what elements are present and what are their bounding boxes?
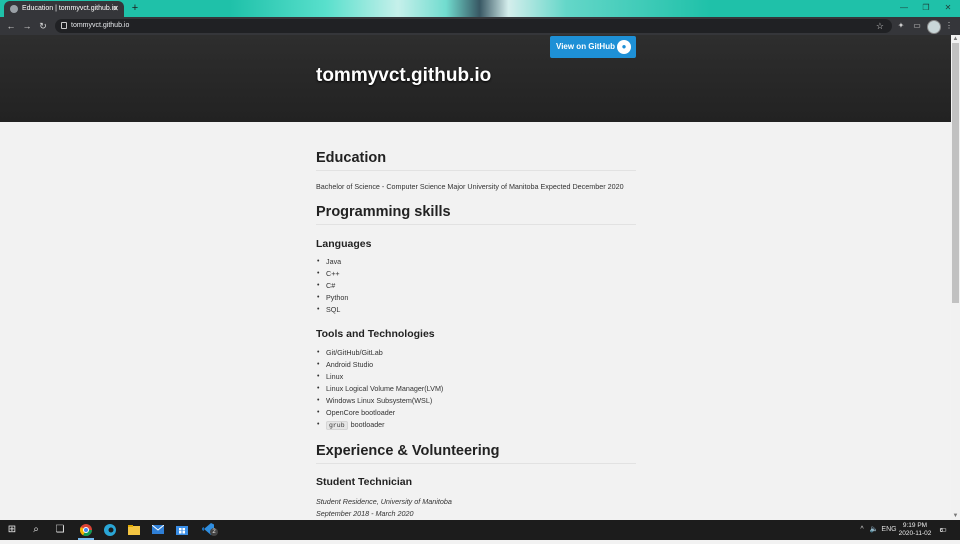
address-bar[interactable]: tommyvct.github.io ☆ [55, 19, 892, 33]
list-item: Java [316, 256, 348, 268]
programming-skills-heading: Programming skills [316, 204, 451, 220]
list-item: Python [316, 292, 348, 304]
bookmark-star-icon[interactable]: ☆ [876, 19, 884, 33]
heading-divider [316, 224, 636, 225]
list-item: SQL [316, 304, 348, 316]
mail-icon[interactable] [146, 520, 170, 540]
lock-icon[interactable] [61, 22, 67, 29]
view-on-github-button[interactable]: View on GitHub ● [550, 36, 636, 58]
page-scrollbar[interactable]: ▲ ▼ [951, 35, 960, 520]
task-view-icon[interactable]: ❏ [48, 520, 72, 540]
languages-heading: Languages [316, 238, 372, 250]
close-window-button[interactable]: ✕ [937, 0, 959, 17]
job-title: Student Technician [316, 476, 413, 488]
browser-toolbar: ← → ↻ tommyvct.github.io ☆ ✦ ▭ ⋮ [0, 17, 960, 35]
tab-strip: Education | tommyvct.github.io ✕ + — ❐ ✕ [0, 0, 960, 17]
clock-date: 2020-11-02 [898, 530, 932, 537]
browser-tab[interactable]: Education | tommyvct.github.io ✕ [4, 1, 124, 17]
scroll-up-icon[interactable]: ▲ [951, 35, 960, 43]
windows-taskbar: ⊞ ⌕ ❏ 2 ^ 🔈 ENG 9:19 PM 2020-11-02 ▭ 8 [0, 520, 960, 540]
new-tab-button[interactable]: + [129, 2, 141, 14]
list-item: grubbootloader [316, 419, 443, 431]
back-button[interactable]: ← [4, 17, 18, 35]
list-item: C++ [316, 268, 348, 280]
address-url[interactable]: tommyvct.github.io [71, 19, 129, 33]
start-button[interactable]: ⊞ [0, 520, 24, 540]
grub-code: grub [326, 421, 348, 430]
page-viewport: View on GitHub ● tommyvct.github.io Educ… [0, 35, 951, 520]
heading-divider [316, 170, 636, 171]
profile-avatar[interactable] [927, 20, 941, 34]
list-item: Linux [316, 371, 443, 383]
education-text: Bachelor of Science - Computer Science M… [316, 182, 624, 191]
list-item: Android Studio [316, 359, 443, 371]
tab-close-icon[interactable]: ✕ [112, 1, 119, 17]
scrollbar-thumb[interactable] [952, 43, 959, 303]
language-indicator[interactable]: ENG [881, 520, 897, 540]
volume-icon[interactable]: 🔈 [868, 520, 880, 540]
job-dates: September 2018 - March 2020 [316, 509, 414, 518]
maximize-button[interactable]: ❐ [915, 0, 937, 17]
notification-icon[interactable]: ▭ 8 [937, 524, 949, 536]
list-item: OpenCore bootloader [316, 407, 443, 419]
edge-badge: 2 [210, 528, 218, 536]
file-explorer-icon[interactable] [122, 520, 146, 540]
list-item: Windows Linux Subsystem(WSL) [316, 395, 443, 407]
tab-title: Education | tommyvct.github.io [22, 5, 118, 12]
forward-button[interactable]: → [20, 17, 34, 35]
browser-menu-icon[interactable]: ⋮ [942, 17, 956, 35]
minimize-button[interactable]: — [893, 0, 915, 17]
vscode-taskbar-icon[interactable]: 2 [196, 520, 220, 540]
tray-chevron-icon[interactable]: ^ [857, 520, 867, 540]
cast-icon[interactable]: ▭ [910, 17, 924, 35]
experience-heading: Experience & Volunteering [316, 443, 500, 459]
tools-heading: Tools and Technologies [316, 328, 435, 340]
site-favicon-icon [10, 5, 18, 13]
list-item: C# [316, 280, 348, 292]
extensions-icon[interactable]: ✦ [894, 17, 908, 35]
scroll-down-icon[interactable]: ▼ [951, 512, 960, 520]
browser-theme-art [230, 0, 710, 17]
edge-taskbar-icon[interactable] [98, 520, 122, 540]
job-organization: Student Residence, University of Manitob… [316, 497, 452, 506]
search-icon[interactable]: ⌕ [24, 520, 48, 540]
tools-list: Git/GitHub/GitLab Android Studio Linux L… [316, 347, 443, 431]
grub-text: bootloader [350, 420, 385, 429]
heading-divider [316, 463, 636, 464]
education-heading: Education [316, 150, 387, 166]
list-item: Git/GitHub/GitLab [316, 347, 443, 359]
notification-count: 8 [940, 528, 944, 534]
view-on-github-label: View on GitHub [556, 42, 615, 51]
reload-button[interactable]: ↻ [36, 17, 50, 35]
clock-time: 9:19 PM [902, 522, 928, 529]
github-octocat-icon: ● [617, 40, 631, 54]
chrome-taskbar-icon[interactable] [74, 520, 98, 540]
clock[interactable]: 9:19 PM 2020-11-02 [898, 522, 932, 538]
languages-list: Java C++ C# Python SQL [316, 256, 348, 316]
store-icon[interactable] [170, 520, 194, 540]
site-header: View on GitHub ● tommyvct.github.io [0, 35, 951, 122]
list-item: Linux Logical Volume Manager(LVM) [316, 383, 443, 395]
site-title[interactable]: tommyvct.github.io [316, 65, 491, 87]
